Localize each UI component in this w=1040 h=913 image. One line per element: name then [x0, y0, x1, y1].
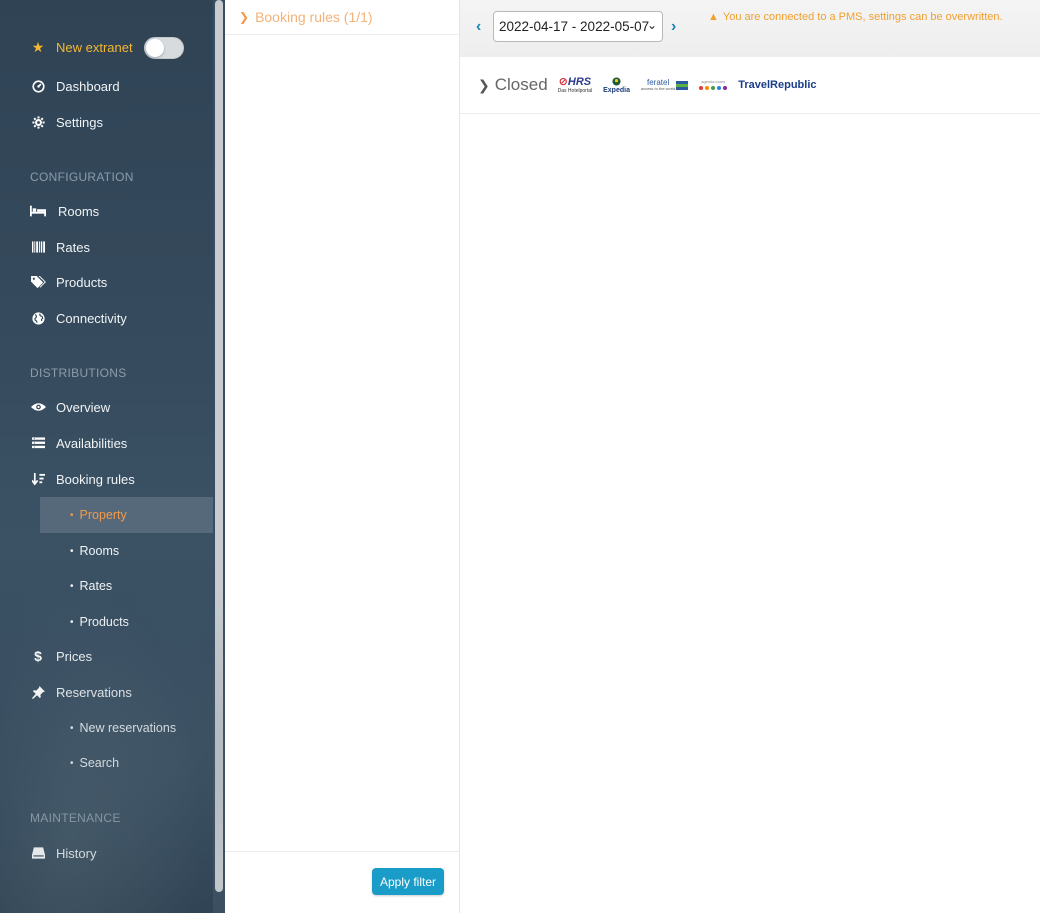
sidebar-item-history[interactable]: History: [0, 837, 213, 869]
gear-icon: [30, 114, 46, 130]
dashboard-icon: [30, 78, 46, 94]
date-range-value: 2022-04-17 - 2022-05-07: [499, 19, 650, 34]
previous-period-button[interactable]: ‹: [476, 18, 481, 36]
list-icon: [30, 435, 46, 451]
warning-icon: ▲: [708, 11, 719, 23]
channel-logo-hrs: ⊘HRS Das Hotelportal: [557, 75, 593, 94]
sidebar-subitem-label: New reservations: [79, 721, 177, 735]
chevron-right-icon: ❯: [239, 10, 250, 24]
next-period-button[interactable]: ›: [671, 18, 676, 36]
sidebar-item-label: Connectivity: [56, 310, 127, 326]
closed-label: Closed: [494, 75, 548, 94]
dollar-icon: $: [34, 648, 42, 664]
section-title-distributions: DISTRIBUTIONS: [30, 366, 127, 380]
filter-panel: ❯ Booking rules (1/1) Apply filter: [225, 0, 460, 913]
sort-icon: [30, 471, 46, 487]
sidebar-subitem-label: Products: [79, 615, 129, 629]
sidebar-subitem-label: Search: [79, 756, 120, 770]
pms-warning-text: You are connected to a PMS, settings can…: [722, 11, 1003, 23]
section-title-maintenance: MAINTENANCE: [30, 811, 121, 825]
sidebar-subitem-label: Rates: [79, 579, 113, 593]
sidebar-subitem-search[interactable]: • Search: [40, 745, 225, 781]
tags-icon: [30, 274, 46, 290]
sidebar-subitem-label: Rooms: [79, 544, 120, 558]
barcode-icon: [30, 239, 46, 255]
sidebar-item-prices[interactable]: $ Prices: [0, 640, 213, 672]
chevron-right-icon: ❯: [478, 76, 490, 93]
sidebar: ★ New extranet Dashboard Settings CONFIG…: [0, 0, 225, 913]
toggle-knob: [146, 39, 164, 57]
sidebar-item-connectivity[interactable]: Connectivity: [0, 302, 213, 334]
sidebar-item-availabilities[interactable]: Availabilities: [0, 427, 213, 459]
sidebar-item-reservations[interactable]: Reservations: [0, 676, 213, 708]
sidebar-subitem-rooms[interactable]: • Rooms: [40, 533, 225, 569]
main-content: ‹ 2022-04-17 - 2022-05-07 ⌄ › ▲ You are …: [460, 0, 1040, 913]
chevron-down-icon: ⌄: [646, 18, 657, 32]
sidebar-subitem-label: Property: [79, 508, 127, 522]
sidebar-item-overview[interactable]: Overview: [0, 391, 213, 423]
sidebar-item-label: History: [56, 845, 97, 861]
date-toolbar: ‹ 2022-04-17 - 2022-05-07 ⌄ › ▲ You are …: [460, 0, 1040, 57]
sidebar-item-label: Booking rules: [56, 471, 135, 487]
sidebar-item-rates[interactable]: Rates: [0, 231, 213, 263]
new-extranet-label: New extranet: [56, 39, 133, 55]
star-icon: ★: [31, 38, 45, 55]
pin-icon: [30, 684, 46, 700]
channel-logo-expedia: Expedia: [603, 76, 630, 94]
sidebar-item-label: Rates: [56, 239, 90, 255]
sidebar-scrollbar-thumb[interactable]: [215, 0, 223, 892]
sidebar-item-label: Dashboard: [56, 78, 120, 94]
sidebar-subitem-products[interactable]: • Products: [40, 604, 225, 640]
sidebar-item-label: Availabilities: [56, 435, 128, 451]
sidebar-item-label: Prices: [56, 648, 93, 664]
sidebar-item-products[interactable]: Products: [0, 266, 213, 298]
sidebar-item-label: Products: [56, 274, 108, 290]
booking-rules-header[interactable]: ❯ Booking rules (1/1): [225, 0, 459, 35]
closed-row[interactable]: ❯ Closed ⊘HRS Das Hotelportal Expedia fe…: [460, 57, 1040, 114]
sidebar-item-rooms[interactable]: Rooms: [0, 195, 213, 227]
sidebar-item-label: Rooms: [58, 203, 100, 219]
booking-rules-title: Booking rules (1/1): [255, 9, 373, 25]
apply-filter-button[interactable]: Apply filter: [372, 868, 444, 895]
channel-logo-agenda: agenda.coms: [699, 80, 728, 90]
sidebar-subitem-rates[interactable]: • Rates: [40, 568, 225, 604]
inbox-icon: [30, 845, 46, 861]
sidebar-subitem-property[interactable]: • Property: [40, 497, 225, 533]
pms-warning: ▲ You are connected to a PMS, settings c…: [708, 11, 1003, 23]
channel-logo-feratel: feratel access to the world: [641, 79, 689, 91]
date-range-select[interactable]: 2022-04-17 - 2022-05-07 ⌄: [493, 11, 663, 42]
sidebar-item-settings[interactable]: Settings: [0, 106, 213, 138]
globe-icon: [30, 310, 46, 326]
section-title-configuration: CONFIGURATION: [30, 170, 134, 184]
sidebar-item-booking-rules[interactable]: Booking rules: [0, 463, 213, 495]
sidebar-item-label: Overview: [56, 399, 111, 415]
bed-icon: [30, 203, 46, 219]
new-extranet-toggle[interactable]: [144, 37, 184, 59]
sidebar-subitem-new-reservations[interactable]: • New reservations: [40, 710, 225, 746]
sidebar-item-label: Settings: [56, 114, 103, 130]
filter-panel-footer: Apply filter: [225, 851, 459, 913]
eye-icon: [30, 399, 46, 415]
sidebar-item-label: Reservations: [56, 684, 132, 700]
sidebar-item-dashboard[interactable]: Dashboard: [0, 70, 213, 102]
channel-logo-travelrepublic: Travel Republic: [738, 78, 817, 91]
